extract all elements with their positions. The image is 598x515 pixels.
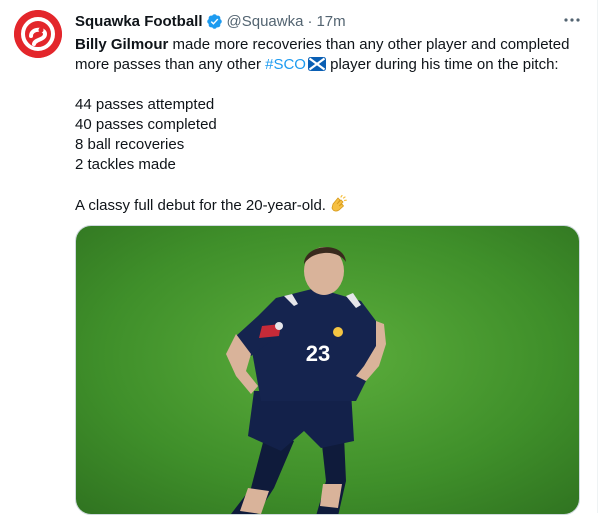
closing-text: A classy full debut for the 20-year-old.	[75, 197, 326, 214]
player-name: Billy Gilmour	[75, 36, 169, 53]
clapping-hands-icon	[331, 195, 347, 212]
tweet-header: Squawka Football @Squawka · 17m	[75, 10, 585, 32]
account-name[interactable]: Squawka Football	[75, 13, 203, 30]
player-photo-image: 23	[76, 226, 579, 514]
stat-line: 44 passes attempted	[75, 96, 215, 113]
tweet-line-2: more passes than any other #SCO player d…	[75, 55, 585, 75]
stat-line: 2 tackles made	[75, 156, 176, 173]
tweet-media-photo[interactable]: 23	[75, 225, 580, 515]
closing-line: A classy full debut for the 20-year-old.	[75, 195, 585, 216]
tweet-line-1: Billy Gilmour made more recoveries than …	[75, 35, 585, 55]
tweet-timestamp[interactable]: 17m	[316, 13, 345, 30]
hashtag-link[interactable]: #SCO	[265, 56, 306, 73]
scotland-flag-icon	[307, 57, 326, 71]
tweet-text: Billy Gilmour made more recoveries than …	[75, 35, 585, 216]
tweet-card[interactable]: Squawka Football @Squawka · 17m Billy Gi…	[0, 0, 598, 515]
verified-badge-icon	[206, 13, 222, 29]
avatar[interactable]	[14, 10, 62, 58]
jersey-number: 23	[306, 341, 330, 366]
tweet-content: Squawka Football @Squawka · 17m Billy Gi…	[75, 10, 585, 216]
stat-line: 8 ball recoveries	[75, 136, 185, 153]
stat-line: 40 passes completed	[75, 116, 217, 133]
line1-text: made more recoveries than any other play…	[168, 36, 570, 53]
line2-text-after: player during his time on the pitch:	[325, 56, 559, 73]
header-separator: ·	[307, 12, 313, 30]
account-handle[interactable]: @Squawka	[227, 13, 304, 30]
squawka-logo-icon	[14, 10, 62, 58]
more-options-icon[interactable]	[562, 10, 582, 30]
line2-text-before: more passes than any other	[75, 56, 266, 73]
